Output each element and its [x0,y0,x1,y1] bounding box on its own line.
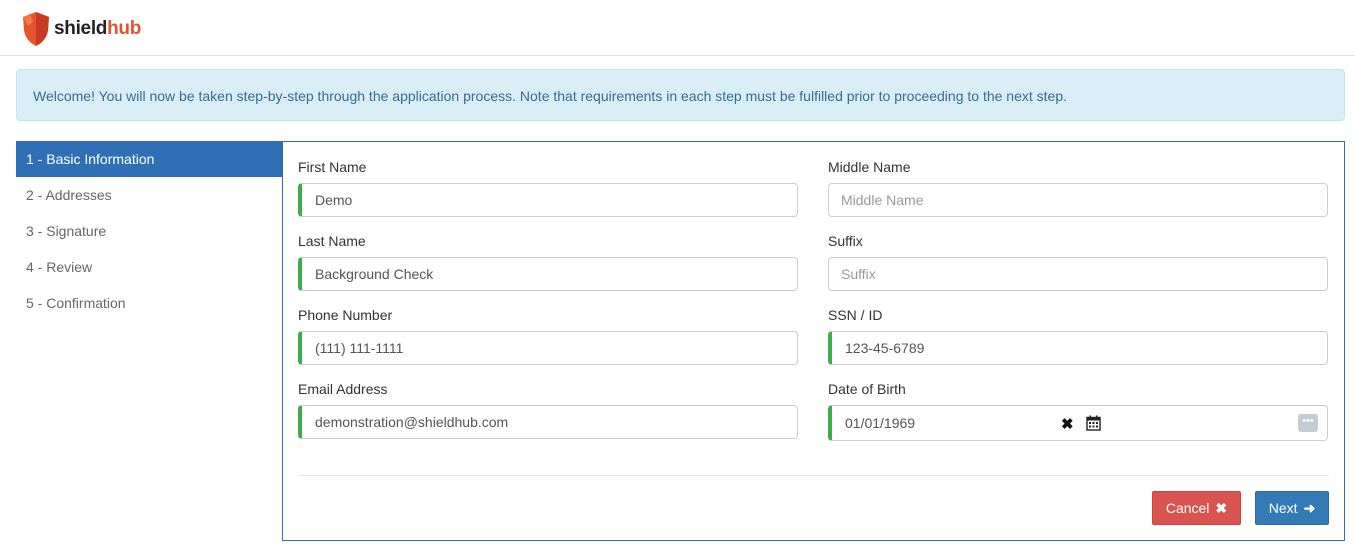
first-name-input[interactable] [298,183,798,217]
cancel-button-label: Cancel [1165,500,1210,516]
email-label: Email Address [298,381,388,397]
middle-name-group: Middle Name [828,159,1328,217]
first-name-group: First Name [298,159,798,217]
dob-label: Date of Birth [828,381,906,397]
step-nav: 1 - Basic Information 2 - Addresses 3 - … [16,141,294,321]
suffix-input[interactable] [828,257,1328,291]
ssn-label: SSN / ID [828,307,883,323]
brand-name-part2: hub [107,17,142,39]
middle-name-label: Middle Name [828,159,911,175]
step-signature[interactable]: 3 - Signature [16,213,294,249]
email-input[interactable] [298,405,798,439]
step-addresses[interactable]: 2 - Addresses [16,177,294,213]
brand-name: shieldhub [54,18,141,40]
welcome-alert-text: Welcome! You will now be taken step-by-s… [33,88,1067,104]
phone-label: Phone Number [298,307,393,323]
next-button[interactable]: Next ➜ [1255,491,1329,525]
more-options-icon[interactable]: ••• [1298,414,1318,432]
last-name-label: Last Name [298,233,366,249]
last-name-input[interactable] [298,257,798,291]
email-group: Email Address [298,381,798,439]
ssn-group: SSN / ID [828,307,1328,365]
next-button-label: Next [1268,500,1298,516]
step-review[interactable]: 4 - Review [16,249,294,285]
last-name-group: Last Name [298,233,798,291]
cancel-button[interactable]: Cancel ✖ [1152,491,1241,525]
step-confirmation[interactable]: 5 - Confirmation [16,285,294,321]
app-header: shieldhub [0,0,1355,56]
clear-date-icon[interactable]: ✖ [1061,415,1074,433]
suffix-label: Suffix [828,233,863,249]
step-basic-information[interactable]: 1 - Basic Information [16,141,294,177]
phone-group: Phone Number [298,307,798,365]
shield-logo-icon [23,12,49,46]
welcome-alert: Welcome! You will now be taken step-by-s… [16,69,1345,121]
dob-input[interactable] [845,414,1045,432]
basic-information-form: First Name Middle Name Last Name Suffix … [282,141,1345,541]
dob-field: ✖ ••• [828,405,1328,441]
calendar-icon[interactable] [1086,415,1101,434]
brand-name-part1: shield [54,17,108,39]
cancel-x-icon: ✖ [1215,499,1228,516]
phone-input[interactable] [298,331,798,365]
dob-group: Date of Birth ✖ ••• [828,381,1328,441]
form-divider [298,475,1329,476]
suffix-group: Suffix [828,233,1328,291]
ssn-input[interactable] [828,331,1328,365]
brand-logo[interactable]: shieldhub [20,10,141,47]
first-name-label: First Name [298,159,367,175]
arrow-right-icon: ➜ [1303,499,1316,516]
middle-name-input[interactable] [828,183,1328,217]
